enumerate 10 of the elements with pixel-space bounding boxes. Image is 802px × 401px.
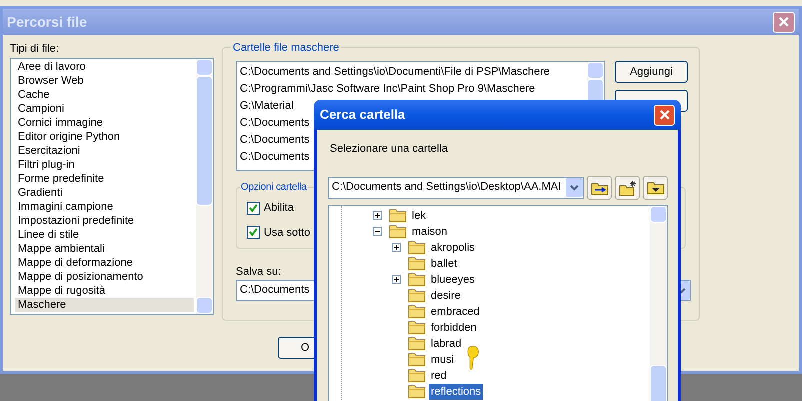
checkbox-label: Abilita <box>264 201 294 216</box>
dropdown-value: C:\Documents and Settings\io\Desktop\AA.MAI <box>332 180 562 196</box>
group-legend: Opzioni cartella <box>240 180 308 195</box>
field-label: Tipi di file: <box>10 42 60 57</box>
prompt-text: Selezionare una cartella <box>330 142 450 157</box>
window-title: Percorsi file <box>7 12 88 32</box>
dropdown-value: C:\Documents <box>240 283 310 298</box>
window-title: Cerca cartella <box>320 106 406 124</box>
field-label: Salva su: <box>236 265 282 280</box>
checkbox-label: Usa sotto <box>264 226 310 240</box>
